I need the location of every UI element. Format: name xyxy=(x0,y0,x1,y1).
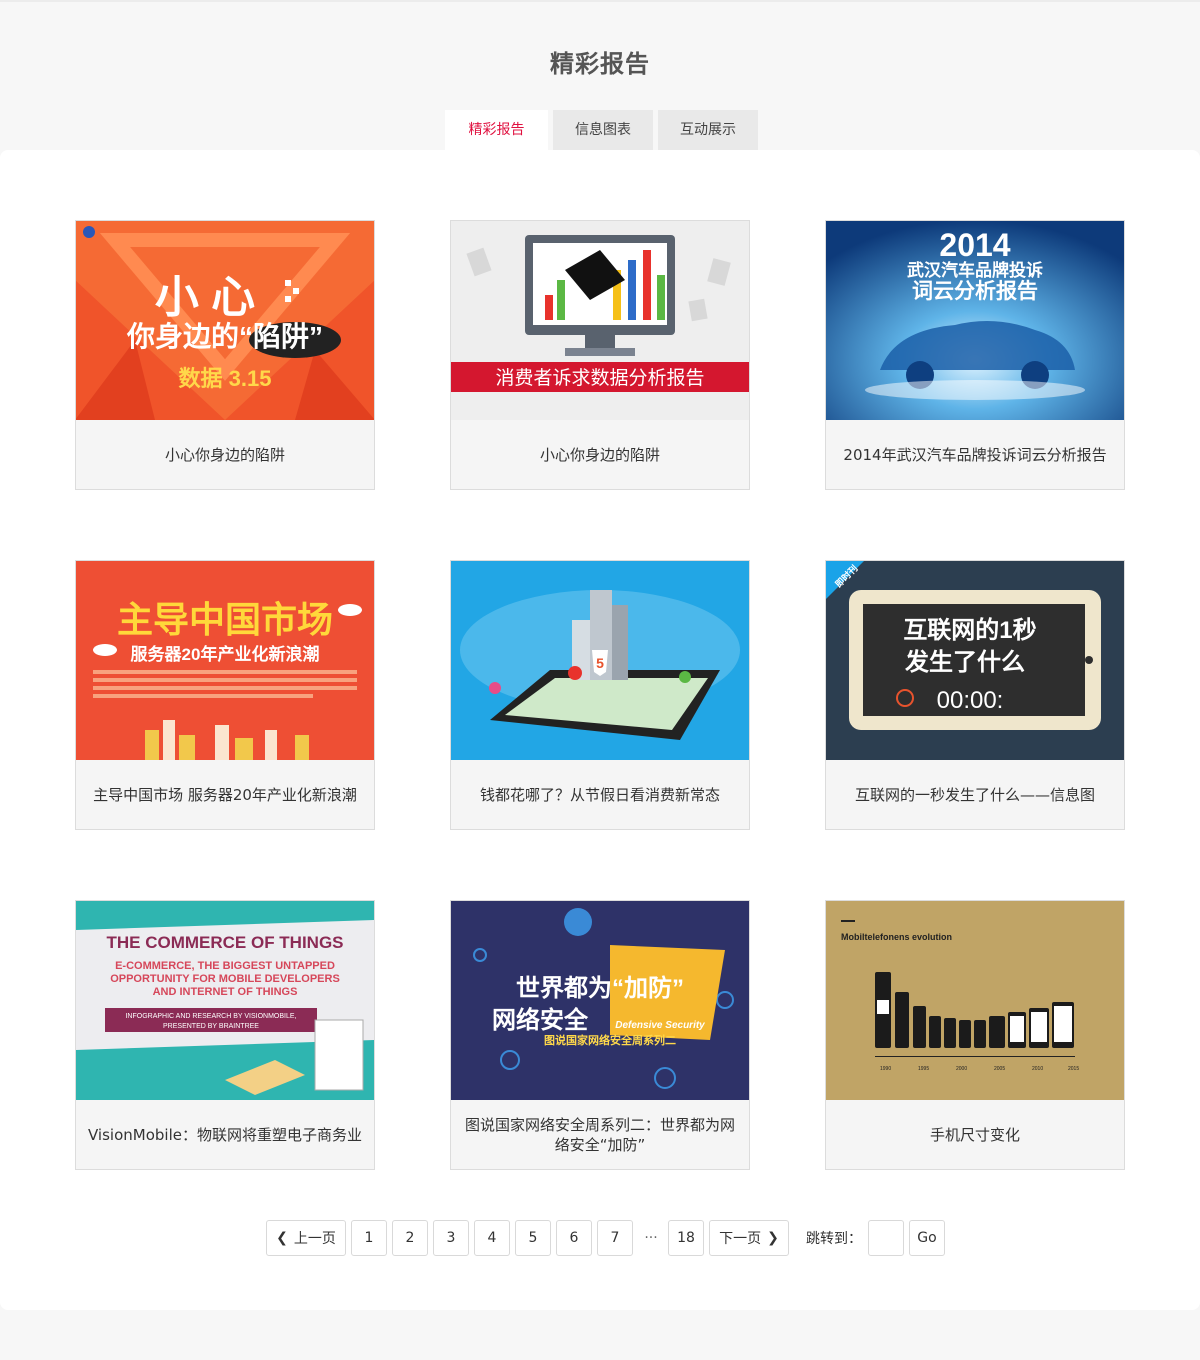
top-divider xyxy=(0,0,1200,2)
go-button[interactable]: Go xyxy=(909,1220,945,1256)
report-card[interactable]: 主导中国市场 服务器20年产业化新浪潮 主导中国市场 服务器20年产业化新浪潮 xyxy=(75,560,375,830)
axis-label-1990: 1990 xyxy=(880,1066,891,1072)
thumb-subtitle: 网络安全 xyxy=(492,1006,589,1034)
pagination: ❮ 上一页 1 2 3 4 5 6 7 ··· 18 下一页 ❯ 跳转到： Go xyxy=(266,1220,950,1256)
thumb-ribbon-line1: INFOGRAPHIC AND RESEARCH BY VISIONMOBILE… xyxy=(125,1013,296,1020)
report-card[interactable]: 互联网的1秒 发生了什么 00:00: 即时刊 互联网的一秒发生了什么——信息图 xyxy=(825,560,1125,830)
thumb-year: 2014 xyxy=(939,227,1010,263)
report-card[interactable]: 消费者诉求数据分析报告 小心你身边的陷阱 xyxy=(450,220,750,490)
thumb-tag: 数据 3.15 xyxy=(179,366,272,391)
thumb-timer: 00:00: xyxy=(937,687,1004,714)
tab-interactive[interactable]: 互动展示 xyxy=(658,110,758,150)
report-title: 小心你身边的陷阱 xyxy=(164,446,285,464)
prev-page-button[interactable]: ❮ 上一页 xyxy=(266,1220,346,1256)
thumb-line4: AND INTERNET OF THINGS xyxy=(153,986,298,998)
report-thumbnail: THE COMMERCE OF THINGS E-COMMERCE, THE B… xyxy=(76,901,374,1100)
tab-featured-reports[interactable]: 精彩报告 xyxy=(445,110,548,150)
thumb-line3: OPPORTUNITY FOR MOBILE DEVELOPERS xyxy=(110,973,340,985)
page-button[interactable]: 6 xyxy=(556,1220,592,1256)
last-page-button[interactable]: 18 xyxy=(668,1220,704,1256)
report-card[interactable]: 世界都为“加防” 网络安全 Defensive Security 图说国家网络安… xyxy=(450,900,750,1170)
chevron-right-icon: ❯ xyxy=(767,1230,779,1246)
tab-bar: 精彩报告 信息图表 互动展示 xyxy=(445,110,758,150)
axis-label-2015: 2015 xyxy=(1068,1066,1079,1072)
report-card[interactable]: THE COMMERCE OF THINGS E-COMMERCE, THE B… xyxy=(75,900,375,1170)
thumb-html5-badge: 5 xyxy=(596,655,604,671)
report-card[interactable]: 小 心 你身边的“陷阱” 数据 3.15 小心你身边的陷阱 xyxy=(75,220,375,490)
thumb-banner: 消费者诉求数据分析报告 xyxy=(495,367,704,389)
thumb-title: 主导中国市场 xyxy=(117,599,333,640)
jump-to-label: 跳转到： xyxy=(806,1231,862,1247)
report-title: 手机尺寸变化 xyxy=(929,1126,1020,1144)
report-title: 主导中国市场 服务器20年产业化新浪潮 xyxy=(93,786,357,804)
thumb-title: 小 心 xyxy=(155,273,255,322)
report-thumbnail: 小 心 你身边的“陷阱” 数据 3.15 xyxy=(76,221,374,420)
axis-label-2000: 2000 xyxy=(956,1066,967,1072)
content-panel: 小 心 你身边的“陷阱” 数据 3.15 小心你身边的陷阱 消费者诉求数据分析报… xyxy=(0,150,1200,1310)
thumb-en-title: Defensive Security xyxy=(615,1020,705,1031)
page-button[interactable]: 1 xyxy=(351,1220,387,1256)
report-thumbnail: Mobiltelefonens evolution 1990 1995 2000… xyxy=(826,901,1124,1100)
axis-label-2005: 2005 xyxy=(994,1066,1005,1072)
report-card[interactable]: Mobiltelefonens evolution 1990 1995 2000… xyxy=(825,900,1125,1170)
page-title: 精彩报告 xyxy=(550,50,650,78)
thumb-series: 图说国家网络安全周系列二 xyxy=(544,1033,676,1047)
axis-label-1995: 1995 xyxy=(918,1066,929,1072)
report-title: 2014年武汉汽车品牌投诉词云分析报告 xyxy=(843,446,1107,464)
page-button[interactable]: 2 xyxy=(392,1220,428,1256)
thumb-subtitle: 你身边的“陷阱” xyxy=(126,320,323,352)
prev-page-label: 上一页 xyxy=(293,1231,336,1247)
pagination-ellipsis: ··· xyxy=(644,1230,658,1246)
page-button[interactable]: 4 xyxy=(474,1220,510,1256)
thumb-label: Mobiltelefonens evolution xyxy=(841,932,952,942)
report-title: 钱都花哪了？从节假日看消费新常态 xyxy=(479,786,720,804)
thumb-subtitle: 词云分析报告 xyxy=(912,279,1038,303)
report-thumbnail: 主导中国市场 服务器20年产业化新浪潮 xyxy=(76,561,374,760)
page-button[interactable]: 7 xyxy=(597,1220,633,1256)
page-button[interactable]: 5 xyxy=(515,1220,551,1256)
thumb-title: 互联网的1秒 xyxy=(903,616,1036,644)
report-thumbnail: 5 xyxy=(451,561,749,760)
thumb-title: 世界都为“加防” xyxy=(516,974,684,1002)
report-title: 图说国家网络安全周系列二：世界都为网络安全“加防” xyxy=(464,1116,735,1154)
next-page-label: 下一页 xyxy=(719,1231,762,1247)
thumb-line2: E-COMMERCE, THE BIGGEST UNTAPPED xyxy=(115,960,335,972)
thumb-title: THE COMMERCE OF THINGS xyxy=(106,933,343,952)
report-title: VisionMobile：物联网将重塑电子商务业 xyxy=(88,1126,362,1144)
jump-page-input[interactable] xyxy=(868,1220,904,1256)
page-button[interactable]: 3 xyxy=(433,1220,469,1256)
report-thumbnail: 互联网的1秒 发生了什么 00:00: 即时刊 xyxy=(826,561,1124,760)
thumb-subtitle: 服务器20年产业化新浪潮 xyxy=(131,644,320,664)
report-card[interactable]: 5 钱都花哪了？从节假日看消费新常态 xyxy=(450,560,750,830)
next-page-button[interactable]: 下一页 ❯ xyxy=(709,1220,789,1256)
report-thumbnail: 世界都为“加防” 网络安全 Defensive Security 图说国家网络安… xyxy=(451,901,749,1100)
tab-infographics[interactable]: 信息图表 xyxy=(553,110,653,150)
report-card[interactable]: 2014 武汉汽车品牌投诉 词云分析报告 2014年武汉汽车品牌投诉词云分析报告 xyxy=(825,220,1125,490)
chevron-left-icon: ❮ xyxy=(276,1230,288,1246)
report-thumbnail: 2014 武汉汽车品牌投诉 词云分析报告 xyxy=(826,221,1124,420)
report-title: 互联网的一秒发生了什么——信息图 xyxy=(854,786,1095,804)
thumb-subtitle: 发生了什么 xyxy=(904,648,1025,676)
thumb-title: 武汉汽车品牌投诉 xyxy=(907,260,1043,280)
axis-label-2010: 2010 xyxy=(1032,1066,1043,1072)
thumb-ribbon-line2: PRESENTED BY BRAINTREE xyxy=(163,1023,259,1030)
report-thumbnail: 消费者诉求数据分析报告 xyxy=(451,221,749,420)
report-title: 小心你身边的陷阱 xyxy=(539,446,660,464)
